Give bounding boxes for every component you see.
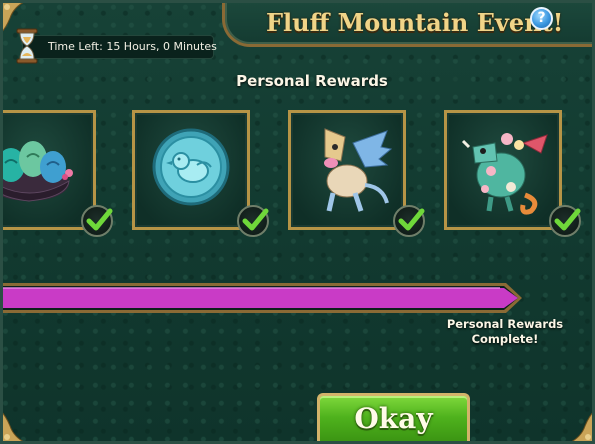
question-icon[interactable]: ? bbox=[530, 7, 553, 30]
winged-dragon-icon bbox=[324, 128, 393, 212]
event-title: Fluff Mountain Event! bbox=[266, 8, 564, 37]
corner-ornament-bottom-right bbox=[566, 409, 595, 444]
claimed-check-icon bbox=[393, 205, 425, 237]
hourglass-icon bbox=[16, 28, 38, 64]
progress-complete-text: Personal Rewards Complete! bbox=[446, 317, 564, 346]
flower-chameleon-dragon-icon bbox=[461, 133, 548, 215]
progress-fill bbox=[0, 288, 518, 308]
reward-card-flower-chameleon[interactable] bbox=[444, 110, 562, 230]
okay-button[interactable]: Okay bbox=[317, 393, 470, 443]
reward-card-winged-dragon[interactable] bbox=[288, 110, 406, 230]
claimed-check-icon bbox=[237, 205, 269, 237]
event-dialog: Fluff Mountain Event! ? Time Left: 15 Ho… bbox=[0, 0, 595, 444]
rewards-progress-bar bbox=[0, 283, 522, 313]
claimed-check-icon bbox=[81, 205, 113, 237]
time-left-text: Time Left: 15 Hours, 0 Minutes bbox=[48, 40, 217, 53]
bird-coin-icon bbox=[152, 128, 230, 206]
corner-ornament-bottom-left bbox=[0, 409, 29, 444]
reward-card-bird-coin[interactable] bbox=[132, 110, 250, 230]
nest-icon bbox=[0, 141, 73, 202]
reward-card-nest[interactable] bbox=[0, 110, 96, 230]
personal-rewards-title: Personal Rewards bbox=[236, 72, 388, 90]
claimed-check-icon bbox=[549, 205, 581, 237]
